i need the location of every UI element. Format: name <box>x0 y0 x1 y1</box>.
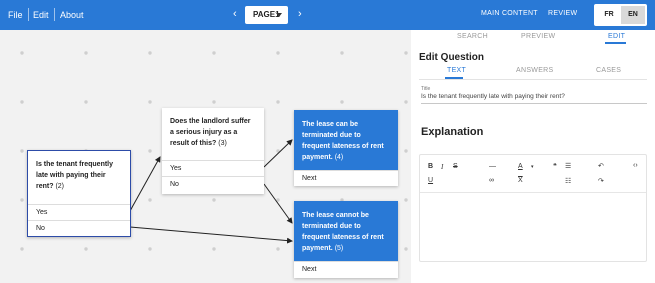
chevron-down-icon[interactable]: ▾ <box>531 164 534 170</box>
active-tab-indicator <box>605 42 626 44</box>
node-number: (2) <box>55 183 65 190</box>
language-switch: FR EN <box>594 4 647 26</box>
tab-edit[interactable]: EDIT <box>608 33 625 40</box>
option-no[interactable]: No <box>162 176 264 192</box>
node-number: (5) <box>334 245 344 252</box>
rich-text-editor[interactable]: B I S — A ▾ ❝ ☰ ↶ ‹› U ∞ X ☷ ↷ <box>419 154 647 262</box>
undo-icon[interactable]: ↶ <box>598 162 604 170</box>
bullet-list-icon[interactable]: ☰ <box>565 162 571 170</box>
lang-fr-button[interactable]: FR <box>597 6 621 24</box>
tab-preview[interactable]: PREVIEW <box>521 33 555 40</box>
menu-about[interactable]: About <box>60 10 84 20</box>
redo-icon[interactable]: ↷ <box>598 177 604 185</box>
outcome-node-4[interactable]: The lease can be terminated due to frequ… <box>294 110 398 186</box>
title-field[interactable] <box>421 93 646 100</box>
strikethrough-icon[interactable]: S <box>453 163 458 170</box>
tab-main-content[interactable]: MAIN CONTENT <box>481 10 538 17</box>
option-yes[interactable]: Yes <box>28 204 130 220</box>
page-select[interactable]: PAGE1 <box>245 6 288 24</box>
menu-divider <box>54 8 55 21</box>
node-outcome: The lease cannot be terminated due to fr… <box>294 201 398 261</box>
edit-panel: SEARCH PREVIEW EDIT Edit Question TEXT A… <box>411 30 655 283</box>
next-button[interactable]: Next <box>294 261 398 277</box>
link-icon[interactable]: ∞ <box>489 177 494 184</box>
node-question-text: Is the tenant frequently late with payin… <box>36 161 114 190</box>
code-icon[interactable]: ‹› <box>633 162 638 169</box>
bold-icon[interactable]: B <box>428 163 433 170</box>
question-node-tenant[interactable]: Is the tenant frequently late with payin… <box>27 150 131 237</box>
horizontal-rule-icon[interactable]: — <box>489 163 496 170</box>
prev-page-icon[interactable]: ‹ <box>233 8 237 20</box>
lang-en-button[interactable]: EN <box>621 6 645 24</box>
tab-review[interactable]: REVIEW <box>548 10 577 17</box>
top-bar: File Edit About ‹ PAGE1 › MAIN CONTENT R… <box>0 0 655 30</box>
option-no[interactable]: No <box>28 220 130 236</box>
menu-divider <box>28 8 29 21</box>
caret-down-icon <box>276 13 282 17</box>
question-node-landlord[interactable]: Does the landlord suffer a serious injur… <box>162 108 264 194</box>
menu-edit[interactable]: Edit <box>33 10 49 20</box>
subtab-answers[interactable]: ANSWERS <box>516 67 554 74</box>
node-outcome: The lease can be terminated due to frequ… <box>294 110 398 170</box>
menu-file[interactable]: File <box>8 10 23 20</box>
clear-format-icon[interactable]: X <box>518 177 523 184</box>
node-number: (3) <box>218 140 227 147</box>
underline-icon[interactable]: U <box>428 177 433 184</box>
next-page-icon[interactable]: › <box>298 8 302 20</box>
numbered-list-icon[interactable]: ☷ <box>565 177 571 185</box>
node-number: (4) <box>334 154 344 161</box>
flow-canvas[interactable]: Is the tenant frequently late with payin… <box>0 30 411 283</box>
subtab-cases[interactable]: CASES <box>596 67 621 74</box>
node-question-text: Does the landlord suffer a serious injur… <box>170 118 251 147</box>
text-color-icon[interactable]: A <box>518 163 523 170</box>
tab-search[interactable]: SEARCH <box>457 33 488 40</box>
italic-icon[interactable]: I <box>441 163 443 171</box>
outcome-node-5[interactable]: The lease cannot be terminated due to fr… <box>294 201 398 278</box>
node-question: Is the tenant frequently late with payin… <box>28 151 130 200</box>
quote-icon[interactable]: ❝ <box>553 162 557 170</box>
explanation-heading: Explanation <box>421 126 484 138</box>
node-question: Does the landlord suffer a serious injur… <box>162 108 264 157</box>
option-yes[interactable]: Yes <box>162 160 264 176</box>
editor-toolbar: B I S — A ▾ ❝ ☰ ↶ ‹› U ∞ X ☷ ↷ <box>420 155 646 193</box>
subtabs-divider <box>419 79 647 80</box>
title-field-underline <box>421 103 647 104</box>
next-button[interactable]: Next <box>294 170 398 186</box>
title-field-label: Title <box>421 86 431 92</box>
subtab-text[interactable]: TEXT <box>447 67 466 74</box>
panel-title: Edit Question <box>419 52 484 63</box>
